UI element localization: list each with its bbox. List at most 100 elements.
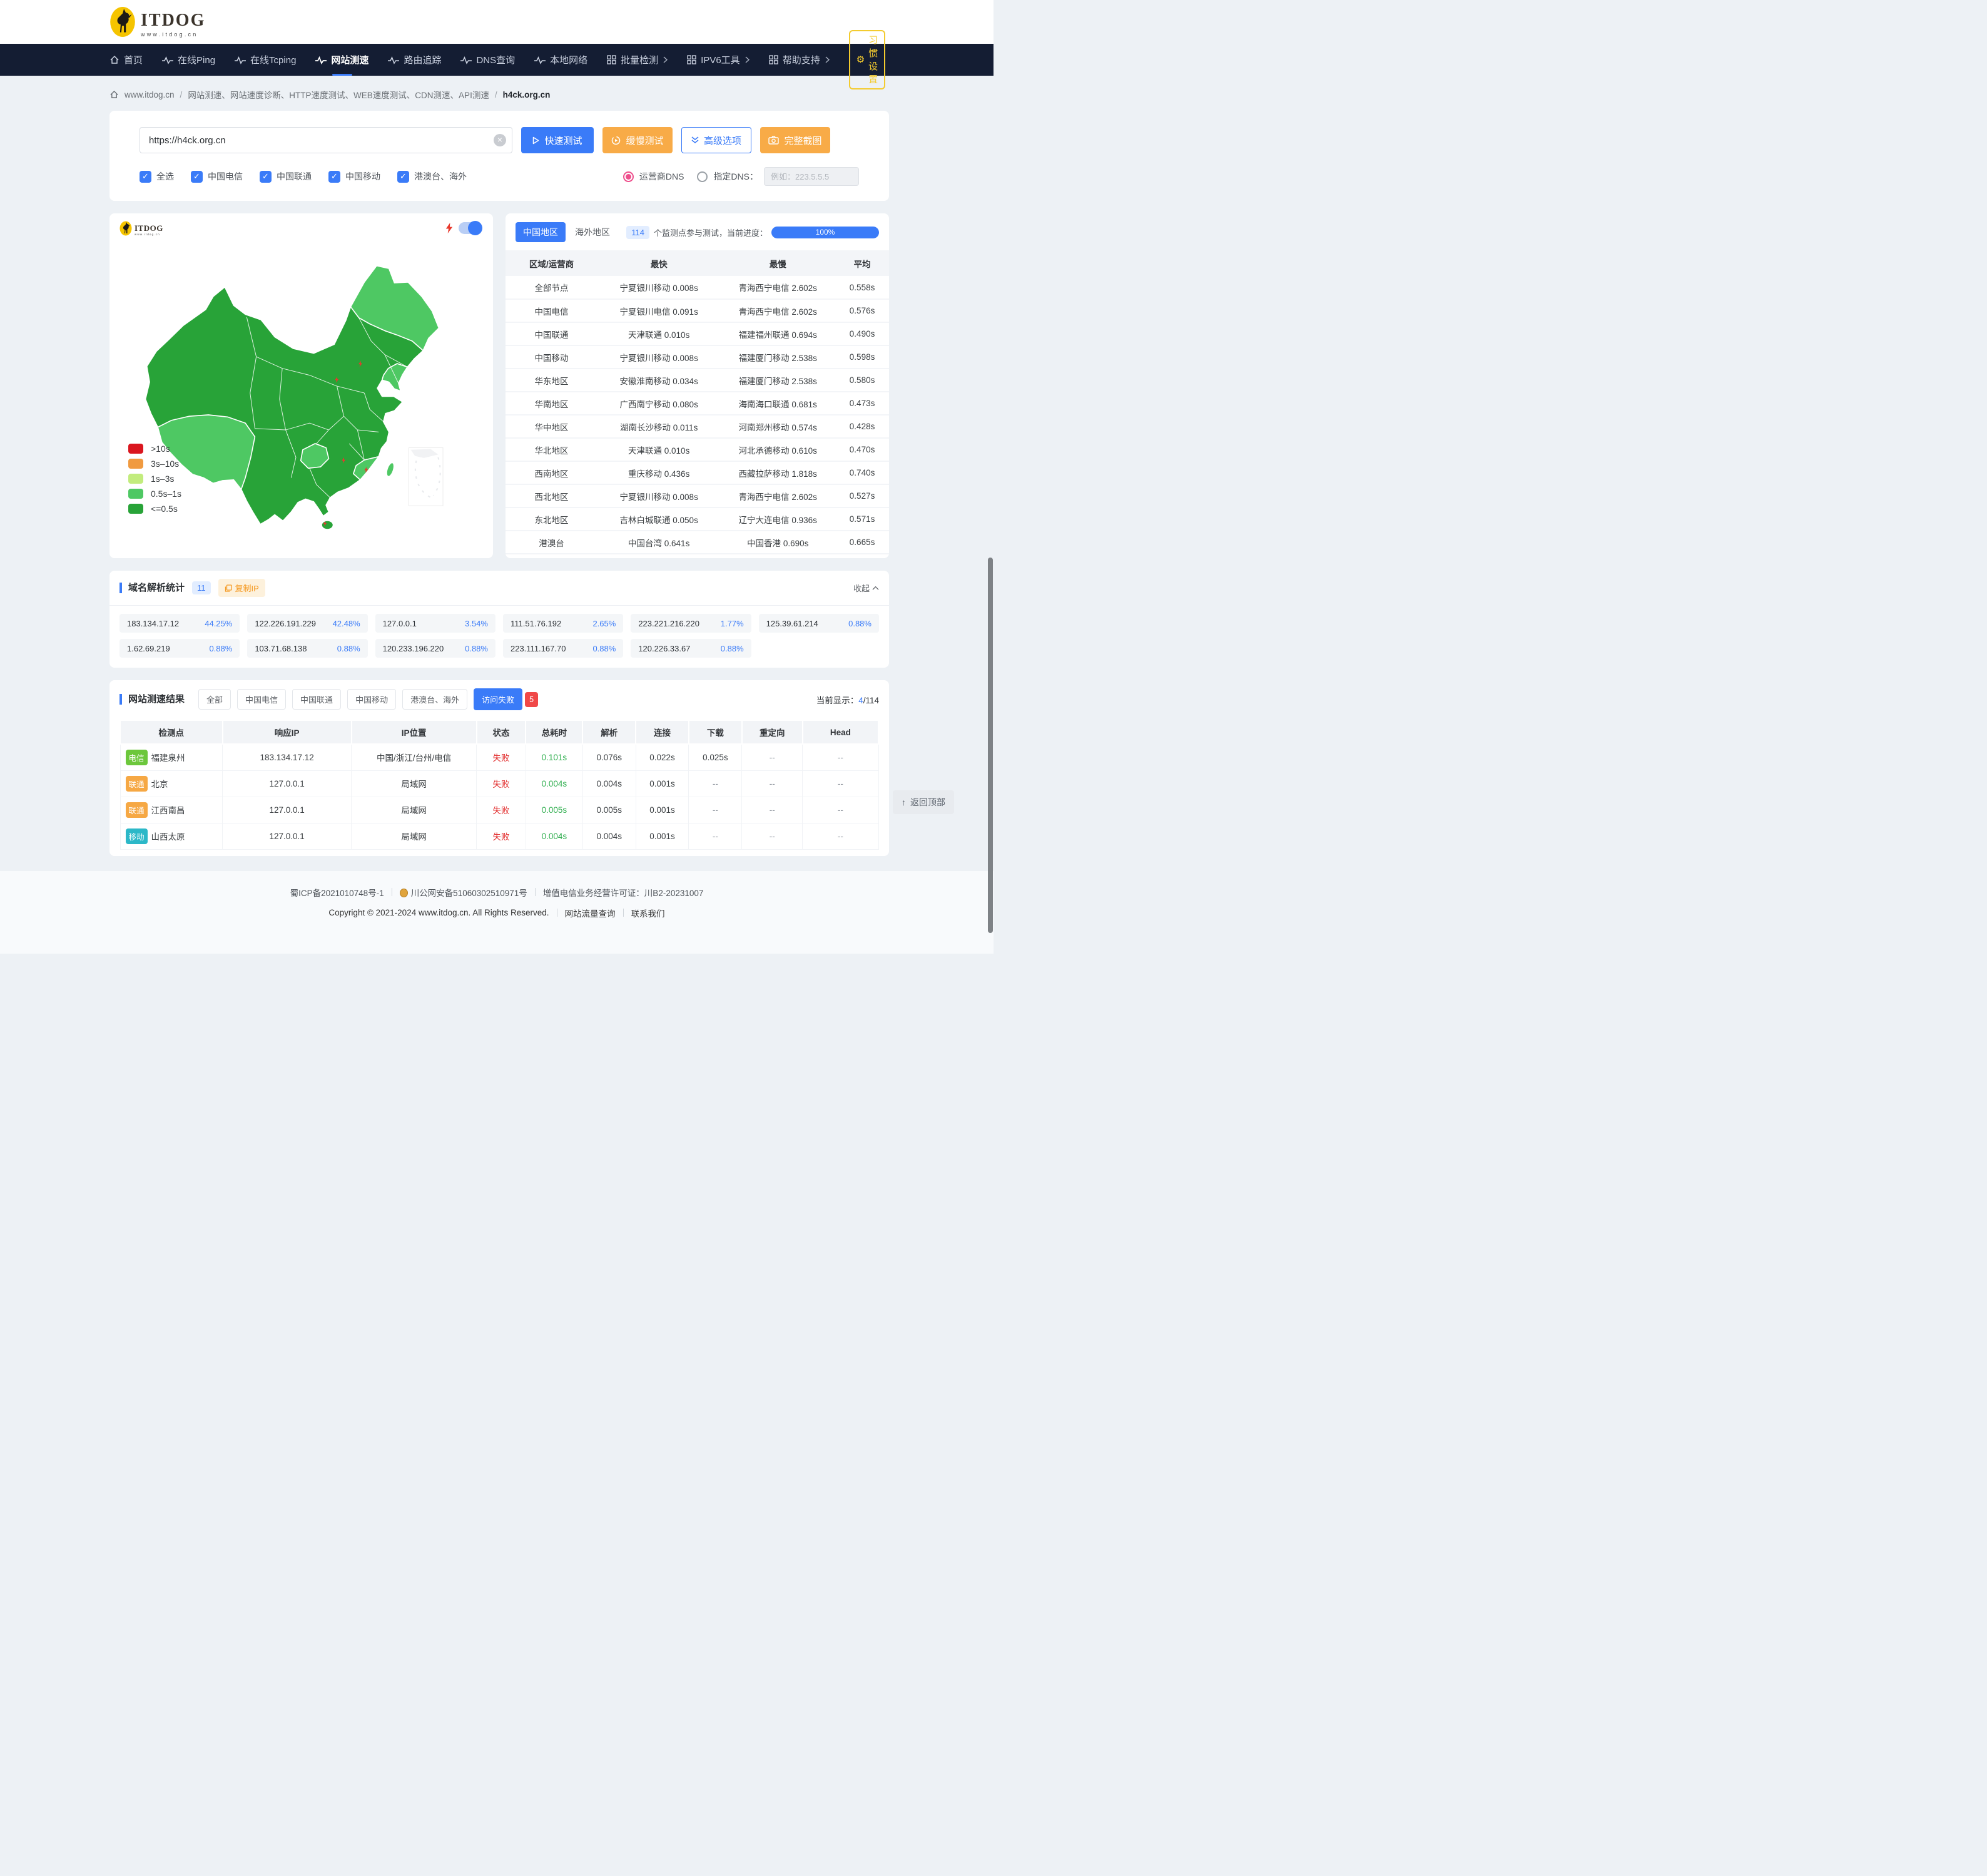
nav-item-local-network[interactable]: 本地网络 <box>534 44 587 76</box>
traffic-link[interactable]: 网站流量查询 <box>565 907 616 919</box>
main-nav: 首页 在线Ping 在线Tcping 网站测速 路由追踪 DNS查询 本地网络 … <box>0 44 994 76</box>
results-title: 网站测速结果 <box>119 694 185 705</box>
tab-overseas-region[interactable]: 海外地区 <box>575 226 610 238</box>
list-item: 127.0.0.13.54% <box>375 614 495 633</box>
checkbox-checked-icon: ✓ <box>140 171 151 183</box>
collapse-button[interactable]: 收起 <box>853 582 879 594</box>
legend-swatch-orange <box>128 459 143 469</box>
table-row: 中国电信宁夏银川电信 0.091s青海西宁电信 2.602s0.576s <box>506 299 889 322</box>
lightning-icon <box>445 223 453 233</box>
advanced-options-button[interactable]: 高级选项 <box>681 127 751 153</box>
grid-icon <box>769 55 778 64</box>
nav-item-ping[interactable]: 在线Ping <box>162 44 215 76</box>
nav-item-ipv6-tools[interactable]: IPV6工具 <box>687 44 750 76</box>
carrier-badge: 联通 <box>126 776 148 792</box>
nav-item-home[interactable]: 首页 <box>109 44 143 76</box>
map-realtime-toggle[interactable] <box>459 222 482 234</box>
camera-icon <box>768 136 779 145</box>
list-item: 125.39.61.2140.88% <box>759 614 879 633</box>
filter-unicom[interactable]: 中国联通 <box>292 689 341 710</box>
site-header: ITDOG www.itdog.cn <box>0 0 994 44</box>
telecom-license: 增值电信业务经营许可证：川B2-20231007 <box>543 886 704 899</box>
legend-swatch-red <box>128 444 143 454</box>
nav-item-dns-query[interactable]: DNS查询 <box>460 44 515 76</box>
china-map-card: ITDOG www.itdog.cn <box>109 213 493 558</box>
brand-domain: www.itdog.cn <box>141 31 205 38</box>
pulse-icon <box>162 56 173 64</box>
legend-swatch-lightgreen <box>128 474 143 484</box>
radio-custom-dns[interactable] <box>697 171 708 182</box>
filter-telecom[interactable]: 中国电信 <box>237 689 286 710</box>
police-license[interactable]: 川公网安备51060302510971号 <box>400 886 527 899</box>
tab-china-region[interactable]: 中国地区 <box>516 222 566 242</box>
checkbox-select-all[interactable]: ✓ 全选 <box>140 170 174 183</box>
site-footer: 蜀ICP备2021010748号-1 川公网安备51060302510971号 … <box>0 871 994 954</box>
play-icon <box>532 136 539 145</box>
itdog-dog-icon <box>119 221 132 236</box>
pulse-icon <box>235 56 246 64</box>
slow-play-icon <box>611 136 621 145</box>
url-input[interactable] <box>140 127 512 153</box>
site-logo[interactable]: ITDOG www.itdog.cn <box>109 6 205 38</box>
south-china-sea-inset <box>409 447 443 506</box>
region-stats-table: 区域/运营商 最快 最慢 平均 全部节点宁夏银川移动 0.008s青海西宁电信 … <box>506 250 889 554</box>
settings-button[interactable]: ⚙ 习惯设置 <box>849 30 885 89</box>
scrollbar-thumb[interactable] <box>988 558 993 933</box>
filter-all[interactable]: 全部 <box>198 689 231 710</box>
pulse-icon <box>388 56 399 64</box>
filter-mobile[interactable]: 中国移动 <box>347 689 396 710</box>
up-arrow-icon: ↑ <box>902 797 906 807</box>
speedtest-results-card: 网站测速结果 全部 中国电信 中国联通 中国移动 港澳台、海外 访问失败 5 当… <box>109 680 889 856</box>
checkbox-hmt-overseas[interactable]: ✓ 港澳台、海外 <box>397 170 467 183</box>
slow-test-button[interactable]: 缓慢测试 <box>602 127 673 153</box>
table-row: 西南地区重庆移动 0.436s西藏拉萨移动 1.818s0.740s <box>506 461 889 484</box>
showing-counter: 当前显示：4/114 <box>816 693 879 706</box>
back-to-top-button[interactable]: ↑ 返回顶部 <box>893 790 954 814</box>
checkbox-china-unicom[interactable]: ✓ 中国联通 <box>260 170 312 183</box>
table-row: 联通北京 127.0.0.1局域网 失败0.004s 0.004s0.001s … <box>120 770 878 797</box>
table-row: 电信福建泉州 183.134.17.12中国/浙江/台州/电信 失败0.101s… <box>120 744 878 770</box>
clear-input-icon[interactable]: × <box>494 134 506 146</box>
nav-item-help[interactable]: 帮助支持 <box>769 44 830 76</box>
pulse-icon <box>534 56 546 64</box>
contact-link[interactable]: 联系我们 <box>631 907 665 919</box>
legend-swatch-darkgreen <box>128 504 143 514</box>
table-row: 全部节点宁夏银川移动 0.008s青海西宁电信 2.602s0.558s <box>506 276 889 299</box>
radio-carrier-dns[interactable] <box>623 171 634 182</box>
list-item: 183.134.17.1244.25% <box>119 614 240 633</box>
checkbox-china-telecom[interactable]: ✓ 中国电信 <box>191 170 243 183</box>
legend-item: 3s–10s <box>128 459 181 469</box>
speedtest-form-card: × 快速测试 缓慢测试 高级选项 完整截图 ✓ 全选 <box>109 111 889 201</box>
checkbox-china-mobile[interactable]: ✓ 中国移动 <box>328 170 380 183</box>
breadcrumb-home[interactable]: www.itdog.cn <box>125 90 175 99</box>
nav-item-tcping[interactable]: 在线Tcping <box>235 44 296 76</box>
table-row: 移动山西太原 127.0.0.1局域网 失败0.004s 0.004s0.001… <box>120 823 878 849</box>
copy-ip-button[interactable]: 复制IP <box>218 579 265 597</box>
custom-dns-input[interactable] <box>764 167 859 186</box>
nav-item-traceroute[interactable]: 路由追踪 <box>388 44 441 76</box>
list-item: 122.226.191.22942.48% <box>247 614 367 633</box>
filter-hmt-overseas[interactable]: 港澳台、海外 <box>402 689 467 710</box>
breadcrumb: www.itdog.cn / 网站测速、网站速度诊断、HTTP速度测试、WEB速… <box>109 88 889 101</box>
dns-count-badge: 11 <box>192 581 211 594</box>
list-item: 223.111.167.700.88% <box>503 639 623 658</box>
carrier-badge: 电信 <box>126 750 148 765</box>
breadcrumb-middle[interactable]: 网站测速、网站速度诊断、HTTP速度测试、WEB速度测试、CDN测速、API测速 <box>188 88 489 101</box>
nav-item-website-speedtest[interactable]: 网站测速 <box>315 44 368 76</box>
legend-item: 0.5s–1s <box>128 489 181 499</box>
quick-test-button[interactable]: 快速测试 <box>521 127 594 153</box>
table-row: 华中地区湖南长沙移动 0.011s河南郑州移动 0.574s0.428s <box>506 415 889 438</box>
table-row: 华北地区天津联通 0.010s河北承德移动 0.610s0.470s <box>506 438 889 461</box>
breadcrumb-current: h4ck.org.cn <box>503 90 551 99</box>
full-screenshot-button[interactable]: 完整截图 <box>760 127 830 153</box>
grid-icon <box>687 55 696 64</box>
filter-failed[interactable]: 访问失败 <box>474 688 522 710</box>
chevron-up-icon <box>872 586 879 590</box>
table-row: 华东地区安徽淮南移动 0.034s福建厦门移动 2.538s0.580s <box>506 369 889 392</box>
chevron-right-icon <box>825 56 830 63</box>
chevron-right-icon <box>663 56 668 63</box>
nav-item-batch-check[interactable]: 批量检测 <box>607 44 668 76</box>
icp-license[interactable]: 蜀ICP备2021010748号-1 <box>290 886 384 899</box>
list-item: 103.71.68.1380.88% <box>247 639 367 658</box>
double-chevron-down-icon <box>691 136 699 144</box>
